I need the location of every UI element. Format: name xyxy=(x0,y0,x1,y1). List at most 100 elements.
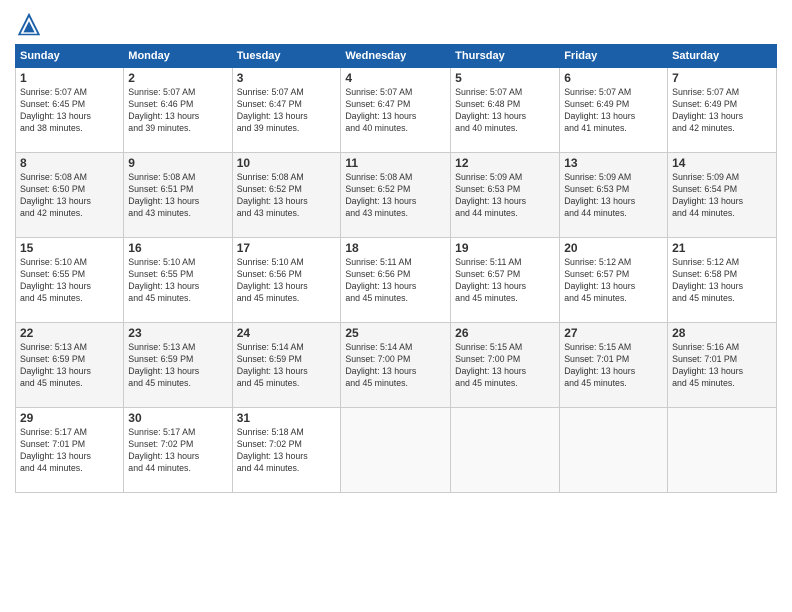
day-info: Sunrise: 5:09 AM Sunset: 6:54 PM Dayligh… xyxy=(672,172,772,220)
day-number: 17 xyxy=(237,241,337,255)
day-info: Sunrise: 5:10 AM Sunset: 6:56 PM Dayligh… xyxy=(237,257,337,305)
calendar-cell xyxy=(668,408,777,493)
calendar-cell: 25 Sunrise: 5:14 AM Sunset: 7:00 PM Dayli… xyxy=(341,323,451,408)
calendar-cell: 2 Sunrise: 5:07 AM Sunset: 6:46 PM Daylig… xyxy=(124,68,232,153)
day-info: Sunrise: 5:14 AM Sunset: 6:59 PM Dayligh… xyxy=(237,342,337,390)
day-number: 15 xyxy=(20,241,119,255)
calendar-cell: 22Sunrise: 5:13 AM Sunset: 6:59 PM Dayli… xyxy=(16,323,124,408)
calendar-cell: 30 Sunrise: 5:17 AM Sunset: 7:02 PM Dayli… xyxy=(124,408,232,493)
day-info: Sunrise: 5:07 AM Sunset: 6:45 PM Dayligh… xyxy=(20,87,119,135)
day-info: Sunrise: 5:11 AM Sunset: 6:57 PM Dayligh… xyxy=(455,257,555,305)
day-number: 18 xyxy=(345,241,446,255)
day-header-tuesday: Tuesday xyxy=(232,45,341,68)
calendar-cell: 28 Sunrise: 5:16 AM Sunset: 7:01 PM Dayli… xyxy=(668,323,777,408)
logo-icon xyxy=(15,10,43,38)
day-info: Sunrise: 5:08 AM Sunset: 6:50 PM Dayligh… xyxy=(20,172,119,220)
calendar-cell xyxy=(451,408,560,493)
day-number: 14 xyxy=(672,156,772,170)
calendar-cell: 14 Sunrise: 5:09 AM Sunset: 6:54 PM Dayli… xyxy=(668,153,777,238)
day-info: Sunrise: 5:07 AM Sunset: 6:48 PM Dayligh… xyxy=(455,87,555,135)
day-info: Sunrise: 5:07 AM Sunset: 6:49 PM Dayligh… xyxy=(672,87,772,135)
calendar-cell: 20 Sunrise: 5:12 AM Sunset: 6:57 PM Dayli… xyxy=(560,238,668,323)
day-number: 12 xyxy=(455,156,555,170)
day-info: Sunrise: 5:16 AM Sunset: 7:01 PM Dayligh… xyxy=(672,342,772,390)
day-info: Sunrise: 5:10 AM Sunset: 6:55 PM Dayligh… xyxy=(128,257,227,305)
day-number: 31 xyxy=(237,411,337,425)
calendar-cell: 4 Sunrise: 5:07 AM Sunset: 6:47 PM Daylig… xyxy=(341,68,451,153)
day-info: Sunrise: 5:10 AM Sunset: 6:55 PM Dayligh… xyxy=(20,257,119,305)
week-row-1: 1Sunrise: 5:07 AM Sunset: 6:45 PM Daylig… xyxy=(16,68,777,153)
day-number: 8 xyxy=(20,156,119,170)
day-info: Sunrise: 5:08 AM Sunset: 6:52 PM Dayligh… xyxy=(237,172,337,220)
calendar-cell: 26Sunrise: 5:15 AM Sunset: 7:00 PM Dayli… xyxy=(451,323,560,408)
week-row-3: 15 Sunrise: 5:10 AM Sunset: 6:55 PM Dayli… xyxy=(16,238,777,323)
calendar-cell: 8 Sunrise: 5:08 AM Sunset: 6:50 PM Daylig… xyxy=(16,153,124,238)
calendar-cell: 15 Sunrise: 5:10 AM Sunset: 6:55 PM Dayli… xyxy=(16,238,124,323)
calendar-cell: 13 Sunrise: 5:09 AM Sunset: 6:53 PM Dayli… xyxy=(560,153,668,238)
day-info: Sunrise: 5:15 AM Sunset: 7:01 PM Dayligh… xyxy=(564,342,663,390)
day-number: 30 xyxy=(128,411,227,425)
week-row-4: 22Sunrise: 5:13 AM Sunset: 6:59 PM Dayli… xyxy=(16,323,777,408)
day-info: Sunrise: 5:08 AM Sunset: 6:52 PM Dayligh… xyxy=(345,172,446,220)
calendar-cell: 27Sunrise: 5:15 AM Sunset: 7:01 PM Dayli… xyxy=(560,323,668,408)
day-info: Sunrise: 5:15 AM Sunset: 7:00 PM Dayligh… xyxy=(455,342,555,390)
calendar-cell: 21 Sunrise: 5:12 AM Sunset: 6:58 PM Dayli… xyxy=(668,238,777,323)
day-header-thursday: Thursday xyxy=(451,45,560,68)
calendar-cell: 17 Sunrise: 5:10 AM Sunset: 6:56 PM Dayli… xyxy=(232,238,341,323)
day-number: 16 xyxy=(128,241,227,255)
day-info: Sunrise: 5:07 AM Sunset: 6:46 PM Dayligh… xyxy=(128,87,227,135)
day-number: 22 xyxy=(20,326,119,340)
day-number: 25 xyxy=(345,326,446,340)
day-info: Sunrise: 5:11 AM Sunset: 6:56 PM Dayligh… xyxy=(345,257,446,305)
calendar-cell: 5 Sunrise: 5:07 AM Sunset: 6:48 PM Daylig… xyxy=(451,68,560,153)
day-number: 4 xyxy=(345,71,446,85)
day-number: 6 xyxy=(564,71,663,85)
calendar-cell: 10 Sunrise: 5:08 AM Sunset: 6:52 PM Dayli… xyxy=(232,153,341,238)
day-info: Sunrise: 5:09 AM Sunset: 6:53 PM Dayligh… xyxy=(564,172,663,220)
day-header-friday: Friday xyxy=(560,45,668,68)
day-number: 3 xyxy=(237,71,337,85)
calendar-cell: 11 Sunrise: 5:08 AM Sunset: 6:52 PM Dayli… xyxy=(341,153,451,238)
calendar-table: SundayMondayTuesdayWednesdayThursdayFrid… xyxy=(15,44,777,493)
calendar-cell: 6Sunrise: 5:07 AM Sunset: 6:49 PM Daylig… xyxy=(560,68,668,153)
logo xyxy=(15,10,47,38)
calendar-cell: 29Sunrise: 5:17 AM Sunset: 7:01 PM Dayli… xyxy=(16,408,124,493)
day-number: 5 xyxy=(455,71,555,85)
day-number: 19 xyxy=(455,241,555,255)
calendar-cell: 9Sunrise: 5:08 AM Sunset: 6:51 PM Daylig… xyxy=(124,153,232,238)
calendar-cell: 23Sunrise: 5:13 AM Sunset: 6:59 PM Dayli… xyxy=(124,323,232,408)
day-number: 24 xyxy=(237,326,337,340)
day-info: Sunrise: 5:09 AM Sunset: 6:53 PM Dayligh… xyxy=(455,172,555,220)
day-info: Sunrise: 5:07 AM Sunset: 6:47 PM Dayligh… xyxy=(345,87,446,135)
calendar-cell: 16 Sunrise: 5:10 AM Sunset: 6:55 PM Dayli… xyxy=(124,238,232,323)
day-number: 10 xyxy=(237,156,337,170)
calendar-cell: 1Sunrise: 5:07 AM Sunset: 6:45 PM Daylig… xyxy=(16,68,124,153)
calendar-cell: 19 Sunrise: 5:11 AM Sunset: 6:57 PM Dayli… xyxy=(451,238,560,323)
week-row-5: 29Sunrise: 5:17 AM Sunset: 7:01 PM Dayli… xyxy=(16,408,777,493)
day-number: 28 xyxy=(672,326,772,340)
day-number: 20 xyxy=(564,241,663,255)
day-number: 21 xyxy=(672,241,772,255)
header-row: SundayMondayTuesdayWednesdayThursdayFrid… xyxy=(16,45,777,68)
day-header-monday: Monday xyxy=(124,45,232,68)
day-number: 23 xyxy=(128,326,227,340)
day-info: Sunrise: 5:17 AM Sunset: 7:01 PM Dayligh… xyxy=(20,427,119,475)
week-row-2: 8 Sunrise: 5:08 AM Sunset: 6:50 PM Daylig… xyxy=(16,153,777,238)
day-header-saturday: Saturday xyxy=(668,45,777,68)
calendar-cell: 31Sunrise: 5:18 AM Sunset: 7:02 PM Dayli… xyxy=(232,408,341,493)
day-info: Sunrise: 5:12 AM Sunset: 6:57 PM Dayligh… xyxy=(564,257,663,305)
day-number: 7 xyxy=(672,71,772,85)
calendar-cell: 3 Sunrise: 5:07 AM Sunset: 6:47 PM Daylig… xyxy=(232,68,341,153)
day-info: Sunrise: 5:07 AM Sunset: 6:47 PM Dayligh… xyxy=(237,87,337,135)
calendar-cell: 7 Sunrise: 5:07 AM Sunset: 6:49 PM Daylig… xyxy=(668,68,777,153)
day-header-wednesday: Wednesday xyxy=(341,45,451,68)
day-info: Sunrise: 5:17 AM Sunset: 7:02 PM Dayligh… xyxy=(128,427,227,475)
calendar-header: SundayMondayTuesdayWednesdayThursdayFrid… xyxy=(16,45,777,68)
day-number: 2 xyxy=(128,71,227,85)
day-info: Sunrise: 5:12 AM Sunset: 6:58 PM Dayligh… xyxy=(672,257,772,305)
calendar-cell: 18 Sunrise: 5:11 AM Sunset: 6:56 PM Dayli… xyxy=(341,238,451,323)
header xyxy=(15,10,777,38)
day-number: 11 xyxy=(345,156,446,170)
day-info: Sunrise: 5:14 AM Sunset: 7:00 PM Dayligh… xyxy=(345,342,446,390)
day-number: 13 xyxy=(564,156,663,170)
